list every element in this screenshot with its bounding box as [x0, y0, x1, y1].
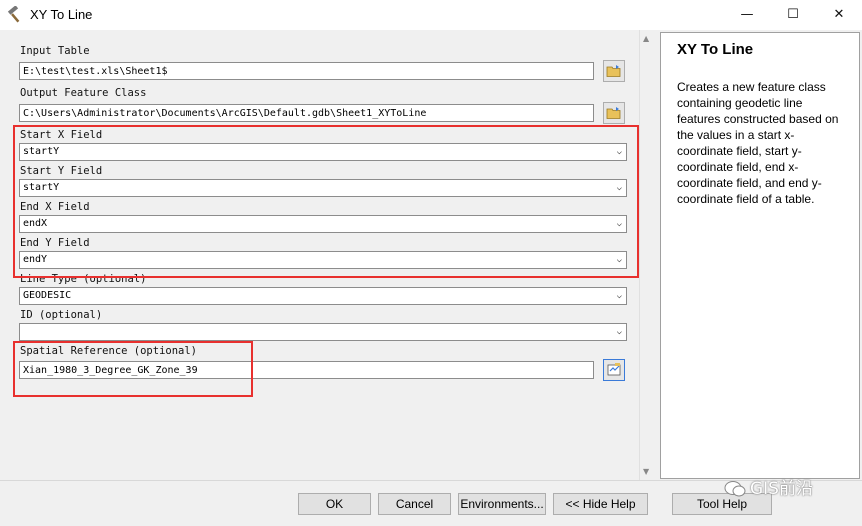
id-select[interactable]: ⌵: [19, 323, 627, 341]
line-type-value: GEODESIC: [23, 290, 72, 301]
scroll-down-arrow-icon[interactable]: ▼: [643, 467, 649, 476]
watermark: GIS前沿: [724, 474, 813, 499]
watermark-text: GIS前沿: [750, 479, 813, 499]
chevron-down-icon: ⌵: [616, 327, 622, 337]
output-feature-class-field[interactable]: C:\Users\Administrator\Documents\ArcGIS\…: [19, 104, 594, 122]
folder-icon: [606, 65, 621, 77]
hammer-icon: [6, 5, 24, 24]
output-feature-class-label: Output Feature Class: [20, 87, 147, 99]
cancel-button[interactable]: Cancel: [378, 493, 451, 515]
line-type-select[interactable]: GEODESIC ⌵: [19, 287, 627, 305]
id-label: ID (optional): [20, 309, 103, 321]
highlight-box-spatial-reference: [13, 341, 253, 397]
close-button[interactable]: ✕: [816, 0, 862, 30]
help-panel: XY To Line Creates a new feature class c…: [660, 32, 860, 479]
hide-help-button[interactable]: << Hide Help: [553, 493, 648, 515]
input-table-label: Input Table: [20, 45, 90, 57]
help-description: Creates a new feature class containing g…: [677, 80, 839, 206]
input-table-field[interactable]: E:\test\test.xls\Sheet1$: [19, 62, 594, 80]
scroll-up-arrow-icon[interactable]: ▲: [643, 34, 649, 43]
output-feature-class-browse-button[interactable]: [603, 102, 625, 124]
title-bar: XY To Line — ☐ ✕: [0, 0, 862, 30]
properties-icon: [607, 363, 621, 376]
parameters-scrollbar[interactable]: ▲ ▼: [639, 30, 655, 480]
wechat-icon: [724, 480, 746, 498]
help-title: XY To Line: [677, 41, 754, 58]
spatial-reference-properties-button[interactable]: [603, 359, 625, 381]
window-title: XY To Line: [30, 7, 93, 22]
input-table-browse-button[interactable]: [603, 60, 625, 82]
environments-button[interactable]: Environments...: [458, 493, 546, 515]
highlight-box-xy-fields: [13, 125, 639, 278]
chevron-down-icon: ⌵: [616, 291, 622, 301]
ok-button[interactable]: OK: [298, 493, 371, 515]
maximize-button[interactable]: ☐: [770, 0, 816, 30]
minimize-button[interactable]: —: [724, 0, 770, 30]
folder-icon: [606, 107, 621, 119]
